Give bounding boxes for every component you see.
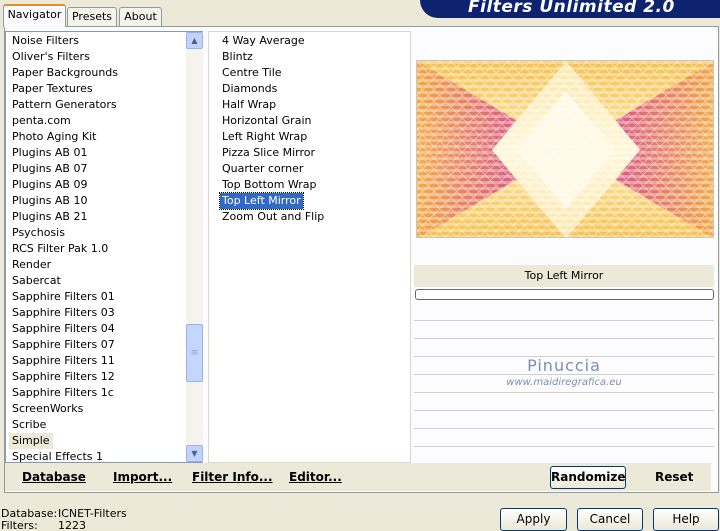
category-item[interactable]: Sapphire Filters 11 [9,353,118,369]
category-item[interactable]: Sapphire Filters 04 [9,321,118,337]
slider-track[interactable] [414,428,714,429]
slider-track[interactable] [414,320,714,321]
editor-button[interactable]: Editor... [289,470,342,484]
filter-item[interactable]: Zoom Out and Flip [220,209,326,225]
tab-presets[interactable]: Presets [67,7,117,26]
category-list[interactable]: Noise Filters Oliver's Filters Paper Backg… [5,31,203,463]
watermark-site: www.maidiregrafica.eu [506,377,622,388]
scroll-thumb[interactable]: ≡ [186,324,203,382]
category-item[interactable]: RCS Filter Pak 1.0 [9,241,111,257]
category-item[interactable]: Special Effects 1 [9,449,106,462]
category-item[interactable]: Plugins AB 09 [9,177,90,193]
category-item[interactable]: Plugins AB 01 [9,145,90,161]
app-banner: Filters Unlimited 2.0 [420,0,720,18]
category-item[interactable]: Photo Aging Kit [9,129,99,145]
filter-item[interactable]: Centre Tile [220,65,284,81]
category-scrollbar[interactable]: ▲ ≡ ▼ [186,32,203,462]
filter-info-button[interactable]: Filter Info... [192,470,273,484]
progress-bar [415,289,714,300]
import-button[interactable]: Import... [113,470,172,484]
slider-track[interactable] [414,446,714,447]
help-button[interactable]: Help [653,508,719,531]
filter-item[interactable]: Blintz [220,49,255,65]
slider-track[interactable] [414,392,714,393]
category-item[interactable]: Oliver's Filters [9,49,93,65]
reset-button[interactable]: Reset [655,470,693,484]
filter-item[interactable]: Horizontal Grain [220,113,313,129]
status-filters-value: 1223 [58,519,86,531]
database-button[interactable]: Database [22,470,86,484]
filter-item[interactable]: Diamonds [220,81,279,97]
category-item[interactable]: Noise Filters [9,33,82,49]
chevron-up-icon: ▲ [191,36,198,45]
category-item[interactable]: Paper Textures [9,81,96,97]
category-item[interactable]: Sabercat [9,273,64,289]
preview-image [416,60,714,238]
category-item[interactable]: Render [9,257,54,273]
category-item[interactable]: Sapphire Filters 1c [9,385,117,401]
category-item[interactable]: Simple [9,433,53,449]
category-item[interactable]: Sapphire Filters 01 [9,289,118,305]
watermark-name: Pinuccia [527,356,601,375]
category-item[interactable]: Sapphire Filters 07 [9,337,118,353]
scroll-up-button[interactable]: ▲ [186,32,203,49]
filter-list[interactable]: 4 Way Average Blintz Centre Tile Diamonds Ha… [208,31,411,463]
category-item[interactable]: Plugins AB 21 [9,209,90,225]
category-item[interactable]: Scribe [9,417,49,433]
tab-navigator[interactable]: Navigator [3,4,66,27]
banner-title: Filters Unlimited 2.0 [468,0,675,17]
filter-item[interactable]: Left Right Wrap [220,129,309,145]
status-filters-label: Filters: [1,519,38,531]
cancel-button[interactable]: Cancel [577,508,643,531]
slider-track[interactable] [414,338,714,339]
status-filters: Filters: 1223 [1,519,86,531]
filter-name-text: Top Left Mirror [524,269,604,282]
apply-button[interactable]: Apply [500,508,567,531]
category-item[interactable]: Pattern Generators [9,97,120,113]
filter-item[interactable]: Half Wrap [220,97,278,113]
category-item[interactable]: Plugins AB 07 [9,161,90,177]
category-item[interactable]: Paper Backgrounds [9,65,121,81]
scroll-down-button[interactable]: ▼ [186,445,203,462]
filter-name-label: Top Left Mirror [414,265,714,287]
filter-item[interactable]: Top Left Mirror [219,192,304,210]
filter-item[interactable]: Top Bottom Wrap [220,177,319,193]
randomize-button[interactable]: Randomize [550,466,626,489]
filter-item[interactable]: 4 Way Average [220,33,307,49]
grip-icon: ≡ [190,348,199,358]
category-item[interactable]: ScreenWorks [9,401,86,417]
preview-pattern [417,61,713,237]
category-item[interactable]: Sapphire Filters 03 [9,305,118,321]
filter-item[interactable]: Quarter corner [220,161,305,177]
filter-item[interactable]: Pizza Slice Mirror [220,145,317,161]
category-item[interactable]: penta.com [9,113,74,129]
slider-track[interactable] [414,410,714,411]
chevron-down-icon: ▼ [191,449,198,458]
tab-about[interactable]: About [119,7,162,26]
category-item[interactable]: Psychosis [9,225,68,241]
category-item[interactable]: Plugins AB 10 [9,193,90,209]
category-item[interactable]: Sapphire Filters 12 [9,369,118,385]
